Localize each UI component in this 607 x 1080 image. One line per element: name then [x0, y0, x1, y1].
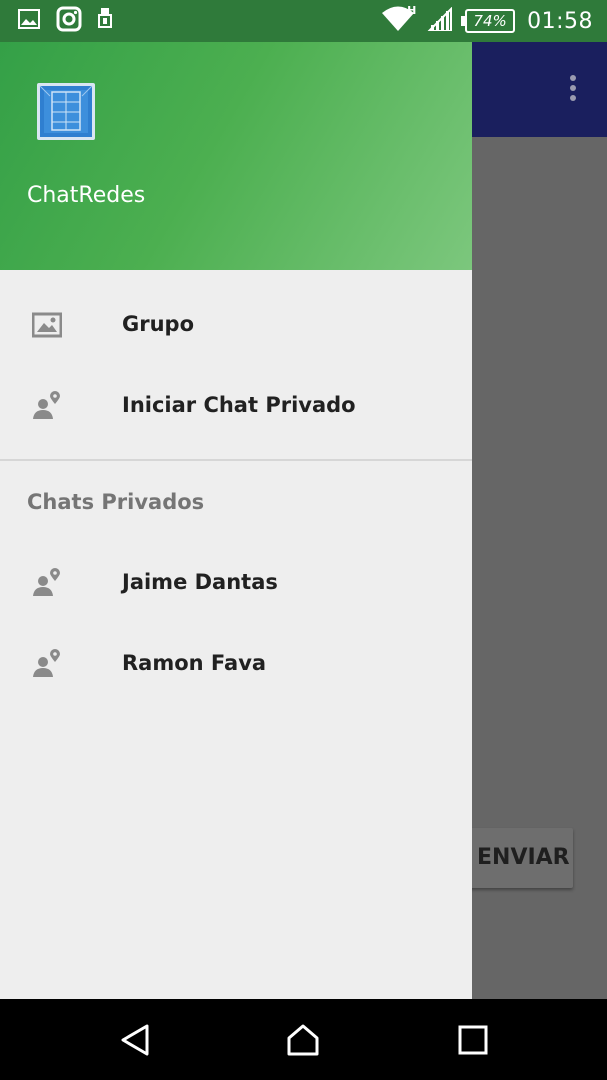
group-image-icon: [31, 310, 63, 340]
instagram-icon: [56, 6, 82, 36]
nav-item-iniciar-chat-privado[interactable]: Iniciar Chat Privado: [0, 366, 472, 446]
app-logo-icon: [36, 80, 96, 142]
image-icon: [18, 9, 40, 33]
status-left-icons: [18, 6, 114, 36]
send-button[interactable]: ENVIAR: [455, 828, 573, 888]
status-right-icons: H 74% 01:58: [381, 4, 593, 36]
nav-item-label: Grupo: [122, 312, 195, 336]
battery-icon: 74%: [461, 9, 516, 33]
nav-item-jaime-dantas[interactable]: Jaime Dantas: [0, 543, 472, 623]
nav-item-label: Ramon Fava: [122, 651, 267, 675]
overflow-menu-icon[interactable]: [569, 75, 577, 105]
signal-icon: H: [407, 4, 453, 35]
nav-item-grupo[interactable]: Grupo: [0, 285, 472, 365]
system-navigation-bar: [0, 999, 607, 1080]
home-icon[interactable]: [286, 1023, 320, 1057]
status-time: 01:58: [527, 8, 593, 34]
status-bar: H 74% 01:58: [0, 0, 607, 42]
nav-item-label: Jaime Dantas: [122, 570, 278, 594]
app-name: ChatRedes: [27, 183, 146, 208]
recents-icon[interactable]: [456, 1023, 490, 1057]
person-pin-icon: [32, 568, 62, 598]
person-pin-icon: [32, 391, 62, 421]
section-title-chats-privados: Chats Privados: [27, 490, 205, 514]
drawer-header: ChatRedes: [0, 42, 472, 270]
usb-icon: [98, 7, 114, 35]
back-icon[interactable]: [119, 1023, 153, 1057]
battery-level: 74%: [473, 12, 507, 30]
nav-item-ramon-fava[interactable]: Ramon Fava: [0, 624, 472, 704]
drawer-divider: [0, 459, 472, 461]
nav-item-label: Iniciar Chat Privado: [122, 393, 356, 417]
network-type-label: H: [407, 4, 417, 17]
navigation-drawer: ChatRedes Grupo Iniciar Chat Privado Cha…: [0, 42, 472, 999]
person-pin-icon: [32, 649, 62, 679]
